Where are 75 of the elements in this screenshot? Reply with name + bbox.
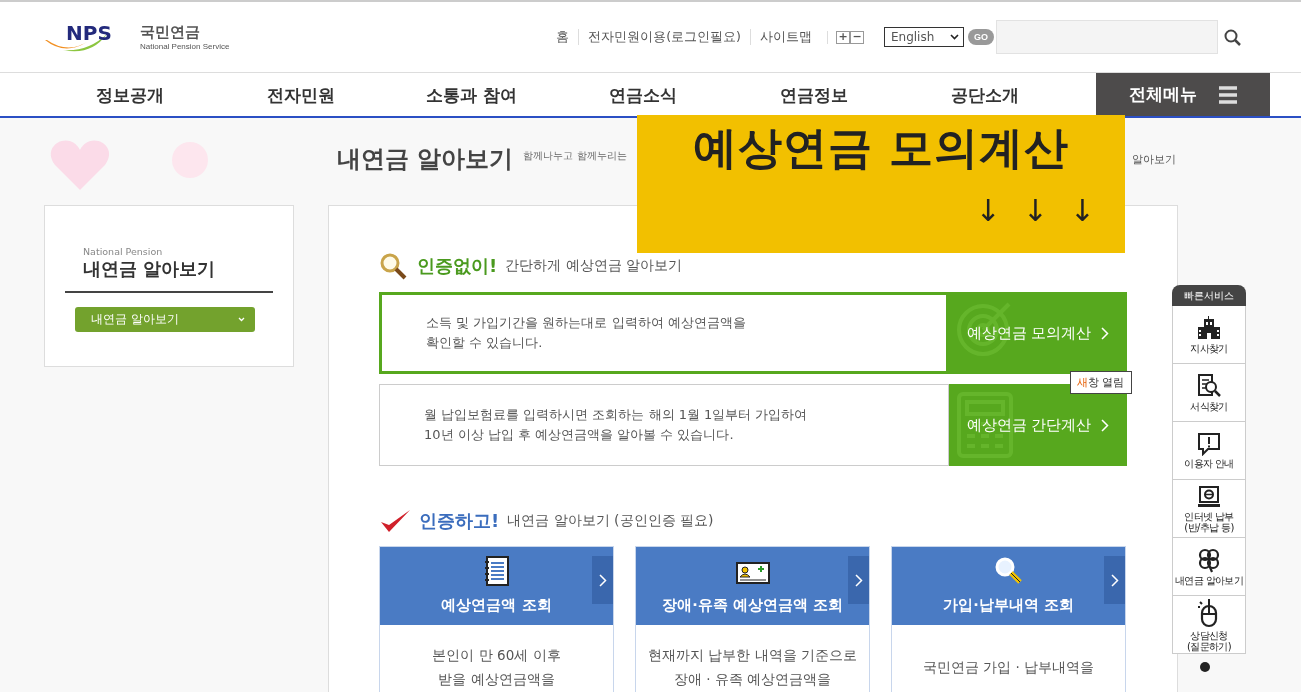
language-select[interactable]: English (884, 27, 964, 47)
all-menu-button[interactable]: 전체메뉴 (1096, 73, 1270, 116)
monitor-icon (1197, 484, 1221, 509)
page-subtitle: 함께나누고 함께누리는 (523, 149, 627, 163)
magnifier-icon (379, 252, 409, 280)
search-icon[interactable] (1224, 28, 1241, 46)
top-button[interactable] (1200, 662, 1210, 672)
utility-link[interactable]: 홈 (547, 29, 579, 45)
chevron-right-icon (1110, 573, 1119, 587)
new-window-tooltip: 새창 열림 (1070, 371, 1132, 394)
card-text: 장애 · 유족 예상연금액을 (673, 671, 832, 687)
down-arrow: ↓ (975, 194, 1001, 228)
quick-service-item[interactable]: 이용자 안내 (1172, 422, 1246, 480)
card-title: 가입·납부내역 조회 (943, 596, 1074, 615)
logo-name: 국민연금 (140, 23, 201, 42)
card-text: 국민연금 가입 · 납부내역을 (922, 659, 1095, 675)
nav-tab[interactable]: 전자민원 (215, 73, 386, 116)
card-title: 예상연금액 조회 (441, 596, 552, 615)
quick-service-item[interactable]: 지사찾기 (1172, 306, 1246, 364)
menu-icon (1219, 85, 1237, 104)
arrow-button[interactable] (592, 556, 613, 604)
dropdown-caret-icon (238, 317, 245, 322)
search-field[interactable] (996, 20, 1218, 54)
card-description: 월 납입보험료를 입력하시면 조회하는 해의 1월 1일부터 가입하여 10년 이상 납입 후 예상연금액을 알아볼 수 있습니다. (379, 384, 949, 466)
nav-tab[interactable]: 연금정보 (728, 73, 899, 116)
speech-bubble-icon (1197, 432, 1221, 456)
quick-service-item[interactable]: 상담신청 (질문하기) (1172, 596, 1246, 654)
logo-mark: NPS (66, 21, 112, 45)
chevron-right-icon (854, 573, 863, 587)
down-arrow: ↓ (1022, 194, 1048, 228)
font-size-button[interactable]: + (836, 30, 850, 44)
card-title: 장애·유족 예상연금액 조회 (662, 596, 843, 615)
dropdown-caret-icon (950, 34, 959, 40)
card-text: 받을 예상연금액을 (438, 671, 555, 687)
section-lead: 인증없이! (417, 254, 498, 278)
document-magnifier-icon (1196, 373, 1222, 399)
chevron-right-icon (1101, 326, 1110, 340)
chevron-right-icon (598, 573, 607, 587)
magnifier-icon (993, 556, 1024, 586)
card-text: 본인이 만 60세 이후 (432, 647, 561, 663)
sidebar-title: 내연금 알아보기 (83, 257, 217, 281)
arrow-button[interactable] (848, 556, 869, 604)
section-title: 간단하게 예상연금 알아보기 (505, 257, 683, 275)
breadcrumb: 알아보기 (1132, 152, 1176, 167)
service-card[interactable]: 장애·유족 예상연금액 조회 현재까지 납부한 내역을 기준으로 장애 · 유족 예상연금액을 (635, 546, 870, 692)
card-description: 소득 및 가입기간을 원하는대로 입력하여 예상연금액을 확인할 수 있습니다. (379, 292, 949, 374)
card-text: 현재까지 납부한 내역을 기준으로 (648, 647, 857, 663)
font-size-button[interactable]: − (850, 30, 864, 44)
utility-link[interactable]: 전자민원이용(로그인필요) (578, 29, 750, 45)
logo-subtitle: National Pension Service (140, 42, 230, 51)
service-card[interactable]: 가입·납부내역 조회 국민연금 가입 · 납부내역을 (891, 546, 1126, 692)
service-card[interactable]: 예상연금액 조회 본인이 만 60세 이후 받을 예상연금액을 (379, 546, 614, 692)
arrow-button[interactable] (1104, 556, 1125, 604)
quick-service-header: 빠른서비스 (1172, 285, 1246, 306)
building-icon (1196, 315, 1222, 341)
quick-service-item[interactable]: 서식찾기 (1172, 364, 1246, 422)
utility-link[interactable]: 사이트맵 (750, 29, 821, 45)
nav-tab[interactable]: 공단소개 (899, 73, 1070, 116)
section-lead: 인증하고! (419, 509, 500, 533)
callout-title: 예상연금 모의계산 (691, 121, 1071, 175)
quick-service-item[interactable]: 내연금 알아보기 (1172, 538, 1246, 596)
id-card-icon (735, 562, 770, 586)
quick-service-item[interactable]: 인터넷 납부 (반/추납 등) (1172, 480, 1246, 538)
section-title: 내연금 알아보기 (공인인증 필요) (507, 512, 714, 530)
notebook-icon (483, 556, 510, 586)
checkmark-icon (379, 508, 411, 534)
clover-icon (1196, 547, 1222, 573)
nps-logo[interactable]: NPS 국민연금 National Pension Service (44, 19, 230, 55)
nav-tab[interactable]: 정보공개 (44, 73, 215, 116)
down-arrow: ↓ (1069, 194, 1095, 228)
sidebar-eyebrow: National Pension (83, 246, 164, 257)
page-title: 내연금 알아보기 (337, 144, 514, 175)
nav-tab[interactable]: 소통과 참여 (386, 73, 557, 116)
nav-tab[interactable]: 연금소식 (557, 73, 728, 116)
chevron-right-icon (1101, 418, 1110, 432)
